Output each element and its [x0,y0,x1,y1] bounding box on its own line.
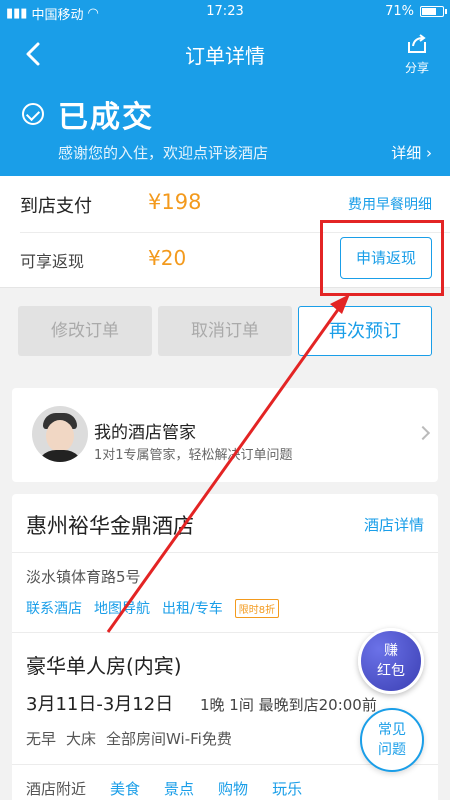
nearby-label: 酒店附近 [26,780,87,798]
pay-label: 到店支付 [20,196,92,217]
battery-icon [420,6,447,17]
status-subtitle: 感谢您的入住，欢迎点评该酒店 [58,144,269,162]
status-right: 71% [385,4,447,19]
amenity-item: 无早 [26,730,57,748]
cancel-order-button[interactable]: 取消订单 [158,306,292,356]
clock: 17:23 [206,4,244,19]
map-navigation-link[interactable]: 地图导航 [94,598,150,618]
share-button[interactable]: 分享 [400,32,434,76]
earn-label-1: 赚 [384,643,398,659]
stay-info: 1晚 1间 最晚到店20:00前 [200,696,377,714]
avatar [32,406,88,462]
modify-order-button[interactable]: 修改订单 [18,306,152,356]
divider [12,552,438,553]
amenity-item: 全部房间Wi-Fi免费 [106,730,232,748]
order-status: 已成交 [22,92,154,136]
hotel-address: 淡水镇体育路5号 [26,568,141,586]
hotel-butler-card[interactable]: 我的酒店管家 1对1专属管家，轻松解决订单问题 [12,388,438,482]
earn-label-2: 红包 [377,663,405,679]
hotel-links: 联系酒店 地图导航 出租/专车 限时8折 [26,598,280,618]
status-title: 已成交 [58,100,154,135]
pay-amount: ¥198 [148,190,202,214]
taxi-link[interactable]: 出租/专车 [162,598,223,618]
nearby-shopping-tab[interactable]: 购物 [218,778,248,799]
detail-link[interactable]: 详细 › [391,142,432,163]
faq-label-1: 常见 [378,722,406,738]
chevron-right-icon [415,425,431,441]
room-amenities: 无早 大床 全部房间Wi-Fi免费 [26,728,232,749]
cashback-label: 可享返现 [20,252,85,271]
nearby-bar: 酒店附近 美食 景点 购物 玩乐 [26,778,302,799]
discount-badge: 限时8折 [234,598,280,618]
hotel-name: 惠州裕华金鼎酒店 [26,514,194,538]
faq-label-2: 问题 [378,742,406,758]
breakfast-fee-link[interactable]: 费用早餐明细 [348,194,432,214]
contact-hotel-link[interactable]: 联系酒店 [26,598,82,618]
annotation-highlight-box [320,220,444,296]
faq-button[interactable]: 常见 问题 [360,708,424,772]
butler-description: 1对1专属管家，轻松解决订单问题 [94,448,293,463]
order-header: 订单详情 分享 已成交 感谢您的入住，欢迎点评该酒店 详细 › [0,24,450,176]
order-actions: 修改订单 取消订单 再次预订 [0,288,450,378]
amenity-item: 大床 [66,730,97,748]
nearby-food-tab[interactable]: 美食 [110,778,140,799]
nearby-fun-tab[interactable]: 玩乐 [272,778,302,799]
check-circle-icon [22,103,44,125]
nav-bar: 订单详情 分享 [0,24,450,84]
cashback-amount: ¥20 [148,246,187,270]
battery-percent: 71% [385,4,414,19]
status-bar: ▮▮▮ 中国移动 ◠ 17:23 71% [0,0,450,24]
butler-title: 我的酒店管家 [94,423,196,443]
nearby-sights-tab[interactable]: 景点 [164,778,194,799]
hotel-detail-link[interactable]: 酒店详情 [364,514,424,535]
room-type: 豪华单人房(内宾) [26,654,182,678]
page-title: 订单详情 [185,44,265,68]
stay-dates: 3月11日-3月12日 [26,694,174,715]
share-label: 分享 [404,61,429,75]
earn-red-packet-button[interactable]: 赚 红包 [358,628,424,694]
rebook-button[interactable]: 再次预订 [298,306,432,356]
share-icon [408,34,426,53]
